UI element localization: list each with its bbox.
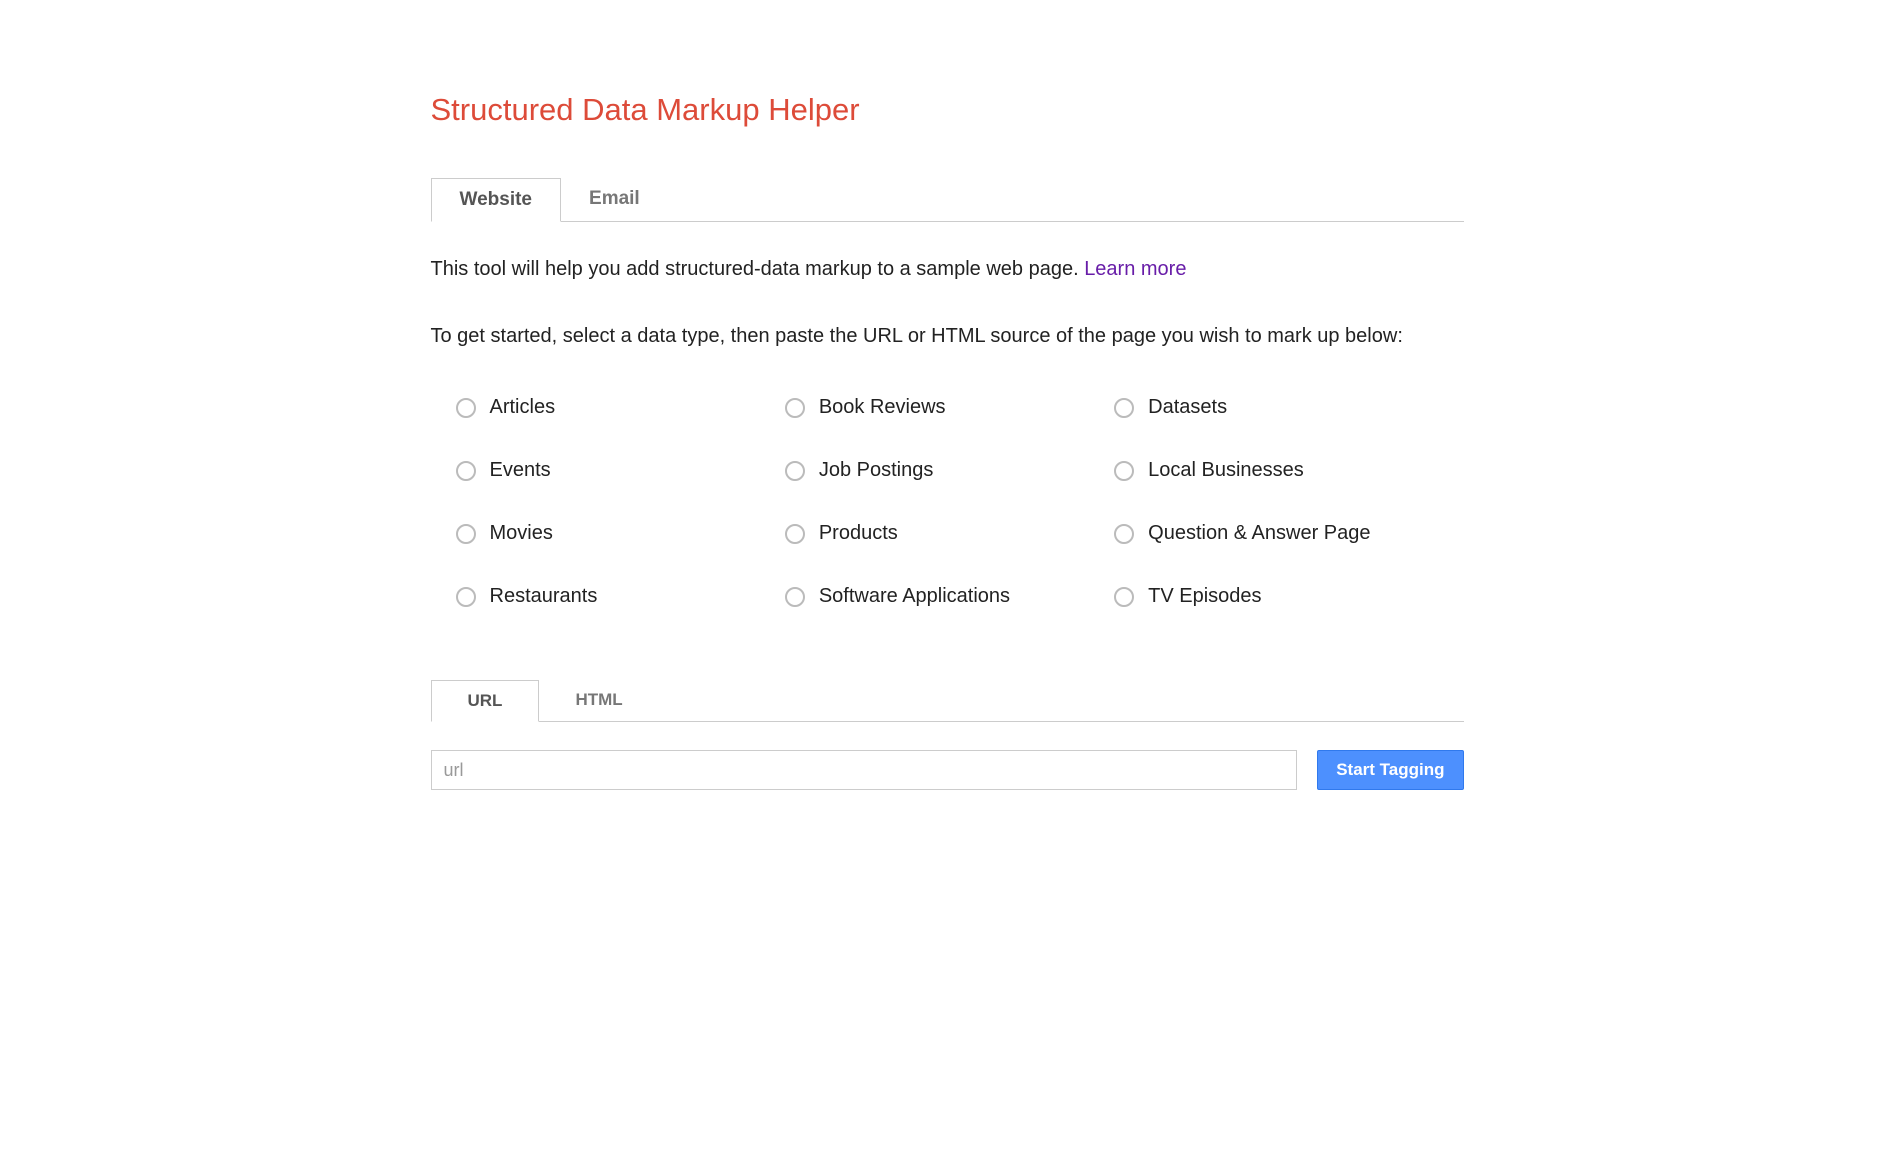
radio-label: Restaurants: [490, 585, 598, 608]
radio-icon: [785, 524, 805, 544]
radio-icon: [1114, 587, 1134, 607]
radio-icon: [456, 398, 476, 418]
radio-label: Book Reviews: [819, 396, 946, 419]
input-row: Start Tagging: [431, 750, 1464, 790]
start-tagging-button[interactable]: Start Tagging: [1317, 750, 1463, 790]
radio-label: Datasets: [1148, 396, 1227, 419]
source-tab-row: URL HTML: [431, 680, 1464, 722]
radio-job-postings[interactable]: Job Postings: [785, 459, 1094, 482]
radio-label: Local Businesses: [1148, 459, 1304, 482]
source-tab-html[interactable]: HTML: [539, 680, 658, 721]
instruction-text: To get started, select a data type, then…: [431, 325, 1464, 348]
radio-local-businesses[interactable]: Local Businesses: [1114, 459, 1423, 482]
data-type-grid: Articles Book Reviews Datasets Events Jo…: [431, 396, 1464, 608]
radio-label: Question & Answer Page: [1148, 522, 1370, 545]
radio-products[interactable]: Products: [785, 522, 1094, 545]
learn-more-link[interactable]: Learn more: [1084, 258, 1186, 280]
radio-label: Products: [819, 522, 898, 545]
radio-qa-page[interactable]: Question & Answer Page: [1114, 522, 1423, 545]
tab-website[interactable]: Website: [431, 178, 562, 222]
radio-icon: [785, 398, 805, 418]
url-input[interactable]: [431, 750, 1298, 790]
radio-label: TV Episodes: [1148, 585, 1261, 608]
radio-label: Movies: [490, 522, 553, 545]
source-tab-url[interactable]: URL: [431, 680, 540, 722]
radio-software-applications[interactable]: Software Applications: [785, 585, 1094, 608]
radio-icon: [1114, 461, 1134, 481]
radio-articles[interactable]: Articles: [456, 396, 765, 419]
radio-tv-episodes[interactable]: TV Episodes: [1114, 585, 1423, 608]
page-title: Structured Data Markup Helper: [431, 92, 1464, 128]
radio-label: Articles: [490, 396, 556, 419]
radio-label: Software Applications: [819, 585, 1010, 608]
radio-restaurants[interactable]: Restaurants: [456, 585, 765, 608]
radio-events[interactable]: Events: [456, 459, 765, 482]
radio-icon: [456, 524, 476, 544]
radio-icon: [1114, 398, 1134, 418]
radio-icon: [785, 461, 805, 481]
intro-paragraph: This tool will help you add structured-d…: [431, 258, 1464, 281]
radio-label: Job Postings: [819, 459, 934, 482]
radio-label: Events: [490, 459, 551, 482]
radio-movies[interactable]: Movies: [456, 522, 765, 545]
radio-book-reviews[interactable]: Book Reviews: [785, 396, 1094, 419]
tab-email[interactable]: Email: [561, 178, 668, 221]
radio-icon: [456, 587, 476, 607]
radio-icon: [456, 461, 476, 481]
radio-icon: [1114, 524, 1134, 544]
radio-datasets[interactable]: Datasets: [1114, 396, 1423, 419]
intro-text: This tool will help you add structured-d…: [431, 258, 1085, 280]
radio-icon: [785, 587, 805, 607]
top-tab-row: Website Email: [431, 178, 1464, 222]
